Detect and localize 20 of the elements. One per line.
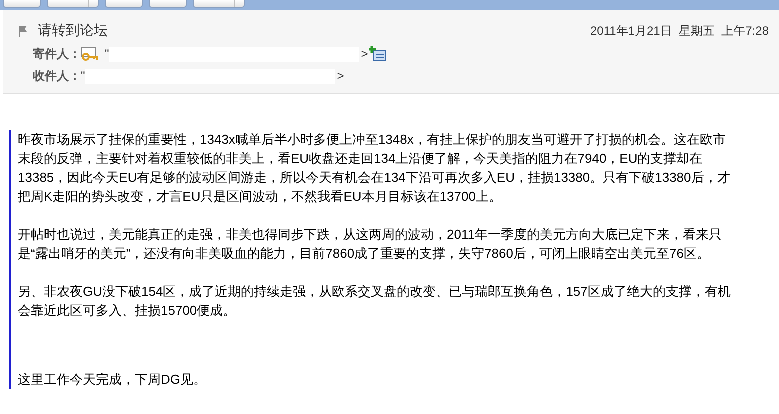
body-paragraph: 开帖时也说过，美元能真正的走强，非美也得同步下跌，从这两周的波动，2011年一季度的美元方向大底已定下来，看来只是“露出哨牙的美元”，还没有向非美吸血的能力，目前7860成了重要的支撑，失守7860后，可闭上眼睛空出美元至76区。: [18, 226, 723, 263]
toolbar-button[interactable]: [47, 0, 99, 8]
body-paragraph: 另、非农夜GU没下破154区，成了近期的持续走强，从欧系交叉盘的改变、已与瑞郎互换角色，157区成了绝大的支撑，有机会靠近此区可多入、挂损15700便成。: [18, 283, 732, 320]
contact-address-end: >: [361, 46, 368, 63]
toolbar-button[interactable]: [3, 0, 41, 8]
message-date: 2011年1月21日 星期五 上午7:28: [590, 22, 769, 40]
toolbar-button[interactable]: [149, 0, 187, 8]
body-paragraph: 这里工作今天完成，下周DG见。: [18, 371, 208, 389]
body-paragraph: 昨夜市场展示了挂保的重要性，1343x喊单后半小时多便上冲至1348x，有挂上保护的朋友当可避开了打损的机会。这在欧市末段的反弹，主要针对着权重较低的非美上，看EU收盘还走回134上沿便了解，今天美指的阻力在7940，EU的支撑却在13385，因此今天EU有足够的波动区间游走，所以今天有机会在134下沿可再次多入EU，挂损13380。只有下破13380后，才把周K走阳的势头改变，才言EU只是区间波动，不然我看EU本月目标该在13700上。: [18, 131, 732, 206]
contact-address-end: >: [337, 68, 344, 85]
toolbar-button[interactable]: [193, 0, 245, 8]
field-label: 收件人：: [33, 68, 81, 85]
key-card-icon: [81, 47, 99, 61]
subject: 请转到论坛: [38, 21, 108, 40]
contact-name: ": [81, 68, 86, 85]
contact-name: ": [105, 46, 110, 63]
flag-icon[interactable]: [18, 24, 28, 36]
field-label: 寄件人：: [33, 46, 81, 63]
add-contact-icon[interactable]: [369, 46, 388, 62]
toolbar-button[interactable]: [105, 0, 143, 8]
